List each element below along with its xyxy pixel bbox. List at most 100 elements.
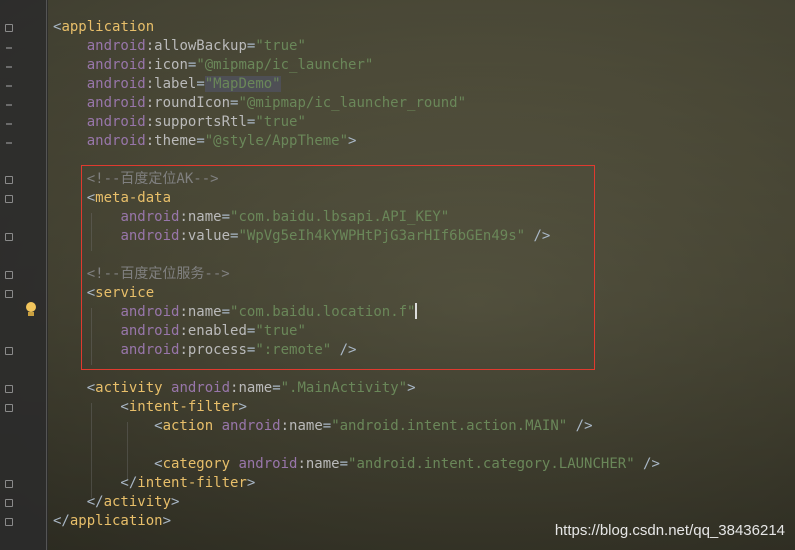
fold-marker-icon[interactable] xyxy=(5,290,13,298)
code-token: "true" xyxy=(255,114,306,130)
code-line[interactable]: </intent-filter> xyxy=(53,474,795,493)
code-token: android xyxy=(86,133,146,149)
code-token: :roundIcon xyxy=(145,95,231,111)
code-token: ".MainActivity" xyxy=(280,380,408,396)
code-line[interactable]: <action android:name="android.intent.act… xyxy=(53,417,795,436)
code-editor[interactable]: <application android:allowBackup="true" … xyxy=(0,0,795,550)
code-token: > xyxy=(348,133,357,149)
fold-marker-icon[interactable] xyxy=(5,385,13,393)
fold-marker-icon[interactable] xyxy=(5,347,13,355)
gutter-divider xyxy=(46,0,47,550)
code-line[interactable]: <category android:name="android.intent.c… xyxy=(53,455,795,474)
code-line[interactable]: <intent-filter> xyxy=(53,398,795,417)
code-token: /> xyxy=(567,418,593,434)
code-token: < xyxy=(53,380,96,396)
code-token: = xyxy=(272,380,281,396)
code-token: :name xyxy=(230,380,273,396)
code-token: </ xyxy=(53,475,138,491)
code-token: :theme xyxy=(145,133,197,149)
code-token: android xyxy=(221,418,281,434)
code-line[interactable]: android:allowBackup="true" xyxy=(53,37,795,56)
code-token: = xyxy=(196,76,205,92)
code-line[interactable]: android:supportsRtl="true" xyxy=(53,113,795,132)
code-token: application xyxy=(61,19,155,35)
fold-marker-icon[interactable] xyxy=(5,233,13,241)
code-token: > xyxy=(407,380,416,396)
fold-marker-icon[interactable] xyxy=(5,176,13,184)
code-line[interactable]: <activity android:name=".MainActivity"> xyxy=(53,379,795,398)
highlight-box xyxy=(81,165,595,370)
code-line[interactable]: android:theme="@style/AppTheme"> xyxy=(53,132,795,151)
code-token: "android.intent.action.MAIN" xyxy=(331,418,568,434)
code-token: android xyxy=(86,76,146,92)
code-line[interactable]: </activity> xyxy=(53,493,795,512)
gutter-mark xyxy=(6,123,12,125)
code-line[interactable]: android:label="MapDemo" xyxy=(53,75,795,94)
fold-marker-icon[interactable] xyxy=(5,404,13,412)
code-token: action xyxy=(162,418,222,434)
fold-marker-icon[interactable] xyxy=(5,499,13,507)
code-line[interactable]: android:roundIcon="@mipmap/ic_launcher_r… xyxy=(53,94,795,113)
code-token: intent-filter xyxy=(128,399,239,415)
code-token: application xyxy=(69,513,163,529)
code-token: intent-filter xyxy=(137,475,247,491)
code-token: "@style/AppTheme" xyxy=(204,133,349,149)
code-token: = xyxy=(322,418,332,434)
code-token: android xyxy=(86,38,146,54)
gutter-mark xyxy=(6,85,12,87)
code-token: < xyxy=(53,399,129,415)
code-token: < xyxy=(53,418,163,434)
code-token: "MapDemo" xyxy=(204,76,281,92)
code-token: android xyxy=(86,95,146,111)
code-token: "true" xyxy=(255,38,306,54)
code-token: activity xyxy=(103,494,172,510)
code-token: :allowBackup xyxy=(145,38,247,54)
code-token: </ xyxy=(53,494,104,510)
code-line[interactable]: <application xyxy=(53,18,795,37)
gutter-mark xyxy=(6,66,12,68)
fold-marker-icon[interactable] xyxy=(5,271,13,279)
code-token: > xyxy=(246,475,256,491)
code-token: :name xyxy=(297,456,340,472)
code-token: :icon xyxy=(145,57,188,73)
intention-bulb-icon[interactable] xyxy=(24,302,38,318)
code-token: "@mipmap/ic_launcher_round" xyxy=(238,95,467,111)
code-token: = xyxy=(196,133,205,149)
code-line[interactable]: android:icon="@mipmap/ic_launcher" xyxy=(53,56,795,75)
gutter-mark xyxy=(6,47,12,49)
editor-gutter[interactable] xyxy=(0,0,48,550)
code-token: android xyxy=(171,380,231,396)
code-token: :label xyxy=(145,76,197,92)
code-token: category xyxy=(162,456,239,472)
code-line[interactable] xyxy=(53,436,795,455)
code-token: :name xyxy=(280,418,323,434)
code-token: = xyxy=(339,456,349,472)
code-token: </ xyxy=(53,513,70,529)
code-token: "@mipmap/ic_launcher" xyxy=(196,57,374,73)
code-token: /> xyxy=(634,456,660,472)
code-token: android xyxy=(86,114,146,130)
fold-marker-icon[interactable] xyxy=(5,518,13,526)
code-token: activity xyxy=(95,380,172,396)
code-token: < xyxy=(53,456,163,472)
fold-marker-icon[interactable] xyxy=(5,195,13,203)
fold-marker-icon[interactable] xyxy=(5,24,13,32)
code-token: "android.intent.category.LAUNCHER" xyxy=(348,456,635,472)
fold-marker-icon[interactable] xyxy=(5,480,13,488)
code-token: android xyxy=(238,456,298,472)
code-token: android xyxy=(86,57,146,73)
code-token: > xyxy=(162,513,172,529)
code-token: > xyxy=(171,494,180,510)
code-token: > xyxy=(238,399,247,415)
bulb-base xyxy=(28,312,34,316)
watermark: https://blog.csdn.net/qq_38436214 xyxy=(554,522,785,539)
code-token: :supportsRtl xyxy=(145,114,247,130)
bulb-glass xyxy=(26,302,36,312)
gutter-mark xyxy=(6,142,12,144)
